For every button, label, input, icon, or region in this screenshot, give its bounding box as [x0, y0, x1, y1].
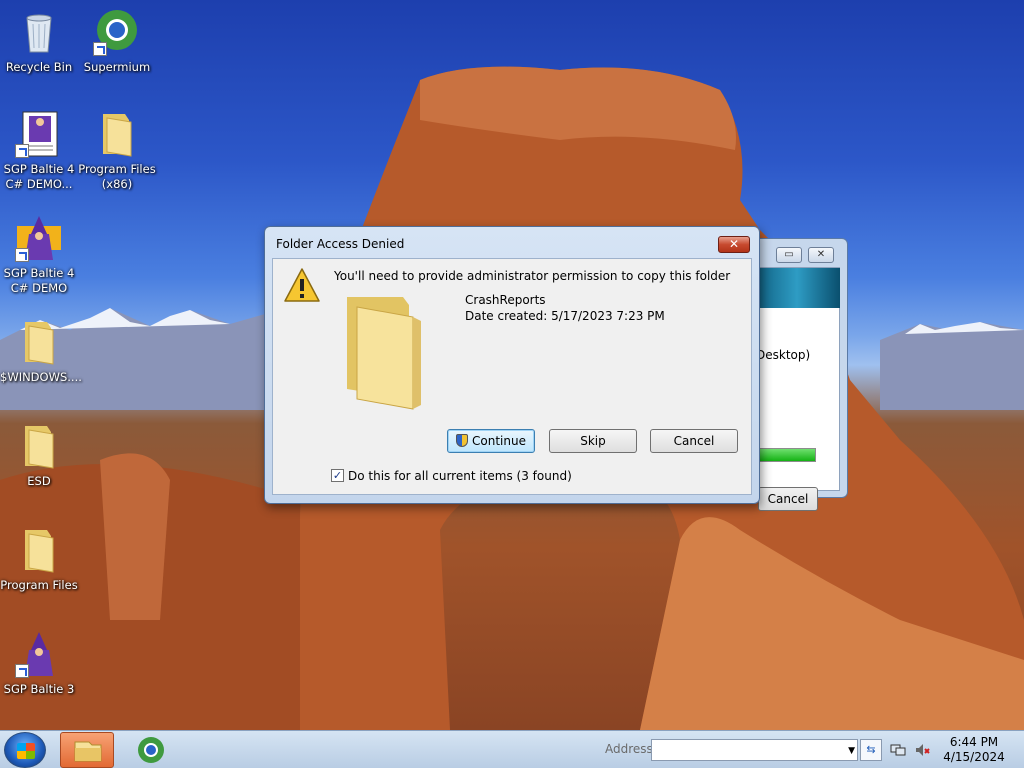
desktop-icon-baltie-3[interactable]: SGP Baltie 3: [0, 630, 78, 697]
volume-muted-icon[interactable]: [914, 742, 930, 758]
taskbar: Address ▼ ⇆ 6:44 PM 4/15/2024: [0, 730, 1024, 768]
desktop-icon-label: ESD: [27, 474, 51, 488]
taskbar-supermium-button[interactable]: [124, 732, 178, 768]
dialog-close-button[interactable]: ✕: [718, 236, 750, 253]
apply-to-all-checkbox[interactable]: ✓: [331, 469, 344, 482]
restore-button[interactable]: ▭: [776, 247, 802, 263]
folder-date-created: Date created: 5/17/2023 7:23 PM: [465, 309, 665, 323]
network-icon[interactable]: [890, 742, 906, 758]
uac-shield-icon: [456, 434, 469, 447]
dialog-title: Folder Access Denied: [276, 237, 405, 251]
desktop-icon-recycle-bin[interactable]: Recycle Bin: [0, 8, 78, 75]
skip-button[interactable]: Skip: [549, 429, 637, 453]
shortcut-arrow-icon: [15, 144, 29, 158]
recycle-bin-icon: [15, 8, 63, 56]
desktop-icon-baltie-demo[interactable]: SGP Baltie 4 C# DEMO: [0, 214, 78, 296]
folder-icon: [15, 422, 63, 470]
desktop-icon-label: SGP Baltie 3: [3, 682, 75, 696]
folder-access-denied-dialog[interactable]: Folder Access Denied ✕ You'll need to pr…: [264, 226, 760, 504]
desktop-icon-supermium[interactable]: Supermium: [78, 8, 156, 75]
cancel-button[interactable]: Cancel: [650, 429, 738, 453]
start-button[interactable]: [4, 732, 46, 768]
folder-icon: [15, 526, 63, 574]
continue-button-label: Continue: [472, 434, 526, 448]
shortcut-arrow-icon: [15, 664, 29, 678]
folder-icon: [74, 741, 102, 762]
warning-icon: [283, 267, 321, 303]
desktop-icon-program-files-x86[interactable]: Program Files (x86): [78, 110, 156, 192]
folder-icon: [15, 318, 63, 366]
desktop-icon-esd[interactable]: ESD: [0, 422, 78, 489]
shortcut-arrow-icon: [93, 42, 107, 56]
desktop-icon-label: Recycle Bin: [5, 60, 73, 74]
go-arrow-icon[interactable]: ⇆: [860, 739, 882, 761]
desktop-icon-label: SGP Baltie 4 C# DEMO: [3, 266, 75, 295]
desktop-icon-label: Supermium: [83, 60, 151, 74]
supermium-icon: [93, 8, 141, 56]
copy-banner-image: [754, 268, 840, 308]
copy-destination-path: Desktop): [756, 348, 811, 362]
desktop-icon-windows-bt[interactable]: $WINDOWS....: [0, 318, 82, 385]
chevron-down-icon[interactable]: ▼: [848, 746, 855, 756]
folder-name: CrashReports: [465, 293, 546, 307]
apply-to-all-label[interactable]: Do this for all current items (3 found): [348, 469, 572, 483]
copy-progress-window[interactable]: ▭ ✕ Desktop) Cancel: [754, 238, 848, 511]
folder-icon: [343, 291, 443, 411]
desktop-icon-label: $WINDOWS....: [0, 370, 82, 384]
system-clock[interactable]: 6:44 PM 4/15/2024: [942, 735, 1006, 765]
clock-time: 6:44 PM: [949, 735, 999, 749]
shortcut-arrow-icon: [15, 248, 29, 262]
address-input[interactable]: ▼: [651, 739, 858, 761]
desktop-icon-label: SGP Baltie 4 C# DEMO...: [3, 162, 75, 191]
desktop-icon-baltie-demo-doc[interactable]: SGP Baltie 4 C# DEMO...: [0, 110, 78, 192]
dialog-message: You'll need to provide administrator per…: [334, 269, 731, 283]
windows-logo-icon: [17, 743, 35, 759]
address-toolbar-label: Address: [605, 742, 653, 756]
folder-icon: [93, 110, 141, 158]
copy-progress-bar: [758, 448, 816, 462]
close-button[interactable]: ✕: [808, 247, 834, 263]
desktop-icon-label: Program Files: [0, 578, 78, 592]
baltie-wizard-icon: [15, 214, 63, 262]
baltie-wizard-icon: [15, 630, 63, 678]
clock-date: 4/15/2024: [943, 750, 1005, 764]
baltie-doc-icon: [15, 110, 63, 158]
taskbar-explorer-button[interactable]: [60, 732, 114, 768]
continue-button[interactable]: Continue: [447, 429, 535, 453]
supermium-icon: [138, 737, 164, 763]
desktop-icon-program-files[interactable]: Program Files: [0, 526, 78, 593]
dialog-body: You'll need to provide administrator per…: [272, 258, 752, 495]
desktop-icon-label: Program Files (x86): [78, 162, 156, 191]
copy-window-content: Desktop) Cancel: [754, 267, 840, 511]
copy-cancel-button[interactable]: Cancel: [758, 487, 818, 511]
